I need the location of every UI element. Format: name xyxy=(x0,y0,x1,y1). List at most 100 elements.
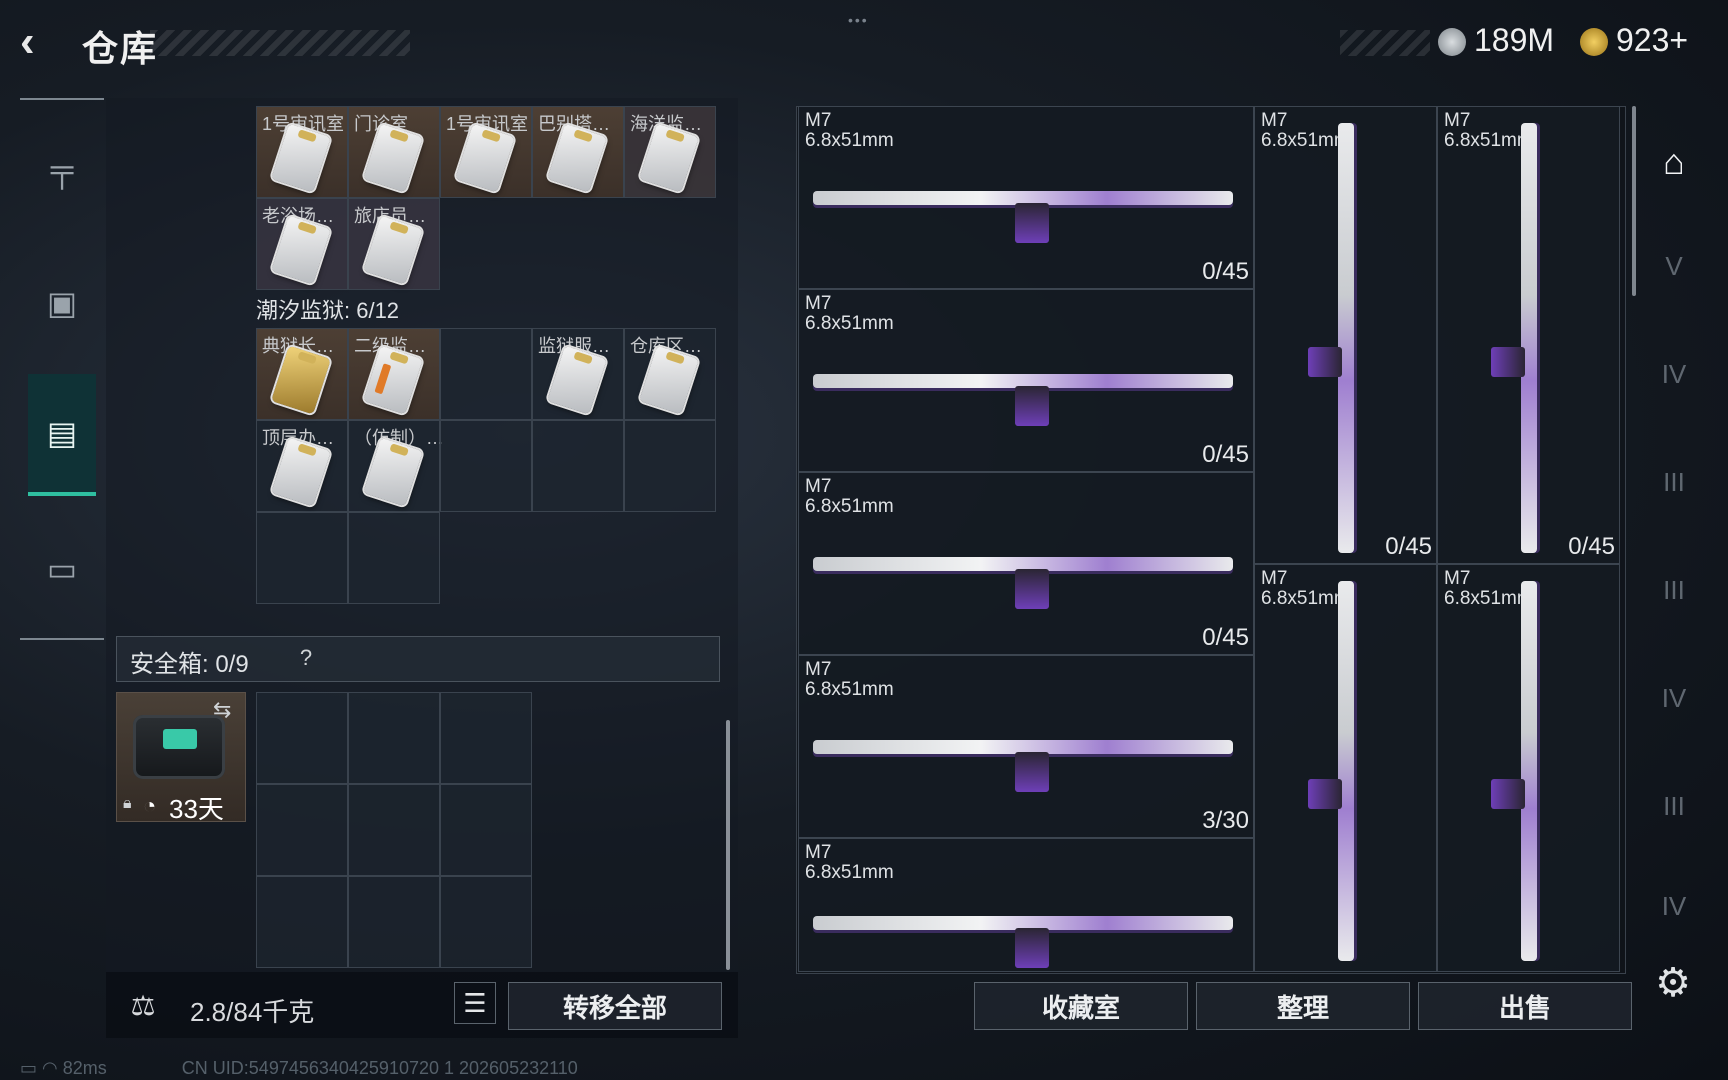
sell-button[interactable]: 出售 xyxy=(1418,982,1632,1030)
storage-tab[interactable]: III xyxy=(1648,564,1700,616)
safe-slot[interactable] xyxy=(440,876,532,968)
help-button[interactable]: ? xyxy=(292,645,320,675)
safe-slot[interactable] xyxy=(348,692,440,784)
weapon-slot[interactable]: M7 6.8x51mm 0/45 xyxy=(798,289,1254,472)
safe-slot[interactable] xyxy=(348,784,440,876)
nav-backpack[interactable]: ▣ xyxy=(28,248,96,358)
battery-icon: ▭ xyxy=(20,1058,38,1078)
keycard-slot[interactable]: 二级监… xyxy=(348,328,440,420)
briefcase-icon: ▭ xyxy=(46,551,78,587)
zone-label: 潮汐监狱: 6/12 xyxy=(256,298,400,323)
ammo-count: 0/45 xyxy=(1202,258,1249,285)
weapon-caliber: 6.8x51mm xyxy=(1444,130,1533,151)
safe-slot[interactable] xyxy=(256,876,348,968)
weapon-caliber: 6.8x51mm xyxy=(805,679,894,700)
empty-slot[interactable] xyxy=(440,328,532,420)
drag-handle: ••• xyxy=(848,12,869,28)
weapon-caliber: 6.8x51mm xyxy=(805,313,894,334)
uid-value: CN UID:5497456340425910720 1 20260523211… xyxy=(181,1058,578,1078)
weapon-slot[interactable]: M7 6.8x51mm 0/45 xyxy=(798,106,1254,289)
safe-slot[interactable] xyxy=(256,692,348,784)
warehouse-icon: ⌂ xyxy=(1663,141,1685,182)
tier-label: III xyxy=(1663,790,1685,821)
empty-slot[interactable] xyxy=(348,512,440,604)
scrollbar[interactable] xyxy=(1632,106,1636,296)
weapon-name: M7 xyxy=(1444,568,1471,589)
safe-slot[interactable] xyxy=(256,784,348,876)
status-footer: ▭ ◠ 82ms CN UID:5497456340425910720 1 20… xyxy=(20,1058,578,1079)
silver-currency: 189M xyxy=(1474,22,1555,58)
weapon-slot[interactable]: M7 6.8x51mm 0/45 xyxy=(798,472,1254,655)
weapon-caliber: 6.8x51mm xyxy=(1261,130,1350,151)
vest-icon: ▤ xyxy=(46,415,78,451)
keycard-slot[interactable]: 巴别塔… xyxy=(532,106,624,198)
storage-tab[interactable]: V xyxy=(1648,240,1700,292)
weapon-caliber: 6.8x51mm xyxy=(1444,588,1533,609)
keycard-slot[interactable]: 海洋监… xyxy=(624,106,716,198)
rifle-icon xyxy=(813,556,1233,609)
weapon-name: M7 xyxy=(805,293,832,314)
list-icon: ☰ xyxy=(463,987,487,1018)
warehouse-tab[interactable]: ⌂ xyxy=(1648,136,1700,188)
weapon-slot[interactable]: M7 6.8x51mm 0/45 xyxy=(1254,106,1437,564)
transfer-all-button[interactable]: 转移全部 xyxy=(508,982,722,1030)
weapon-slot[interactable]: M7 6.8x51mm xyxy=(798,838,1254,972)
safe-box-timer: 33天 xyxy=(169,794,224,824)
keycard-slot[interactable]: 监狱服… xyxy=(532,328,624,420)
sort-button[interactable]: 整理 xyxy=(1196,982,1410,1030)
currency-decoration xyxy=(1340,30,1430,56)
keycard-slot[interactable]: 仓库区… xyxy=(624,328,716,420)
keycard-slot[interactable]: （仿制）… xyxy=(348,420,442,512)
empty-slot[interactable] xyxy=(532,420,624,512)
keycard-slot[interactable]: 顶层办… xyxy=(256,420,348,512)
rifle-icon xyxy=(813,190,1233,243)
storage-tab[interactable]: IV xyxy=(1648,880,1700,932)
weapon-slot[interactable]: M7 6.8x51mm 3/30 xyxy=(798,655,1254,838)
rifle-icon xyxy=(813,739,1233,792)
weapon-name: M7 xyxy=(805,476,832,497)
nav-weapons[interactable]: ╤ xyxy=(28,114,96,224)
keycard-slot[interactable]: 典狱长… xyxy=(256,328,348,420)
gold-currency[interactable]: 923+ xyxy=(1616,22,1688,59)
scrollbar[interactable] xyxy=(726,720,730,970)
storage-tab[interactable]: III xyxy=(1648,780,1700,832)
rifle-icon xyxy=(1490,123,1537,553)
weapon-name: M7 xyxy=(805,842,832,863)
empty-slot[interactable] xyxy=(256,512,348,604)
weapon-slot[interactable]: M7 6.8x51mm xyxy=(1254,564,1437,972)
nav-vest[interactable]: ▤ xyxy=(28,374,96,496)
keycard-slot[interactable]: 老浴场… xyxy=(256,198,348,290)
empty-slot[interactable] xyxy=(624,420,716,512)
safe-box-item[interactable]: ⇆ 🔒︎ ◔ 33天 xyxy=(116,692,246,824)
rifle-icon xyxy=(1307,581,1354,961)
keycard-slot[interactable]: 门诊室 xyxy=(348,106,440,198)
collection-room-button[interactable]: 收藏室 xyxy=(974,982,1188,1030)
keycard-slot[interactable]: 1号审讯室 xyxy=(440,106,532,198)
safe-slot[interactable] xyxy=(348,876,440,968)
back-button[interactable]: ‹ xyxy=(20,20,60,66)
weapon-name: M7 xyxy=(1261,110,1288,131)
weapon-name: M7 xyxy=(1444,110,1471,131)
nav-case[interactable]: ▭ xyxy=(28,514,96,624)
storage-tab[interactable]: III xyxy=(1648,456,1700,508)
keycard-slot[interactable]: 1号审讯室 xyxy=(256,106,348,198)
weapon-caliber: 6.8x51mm xyxy=(1261,588,1350,609)
safe-slot[interactable] xyxy=(440,692,532,784)
wifi-icon: ◠ xyxy=(42,1058,58,1078)
ammo-count: 0/45 xyxy=(1202,441,1249,468)
empty-slot[interactable] xyxy=(440,420,532,512)
ammo-count: 0/45 xyxy=(1568,533,1615,560)
storage-tab[interactable]: IV xyxy=(1648,672,1700,724)
gear-icon[interactable]: ⚙ xyxy=(1650,960,1696,1006)
weapon-slot[interactable]: M7 6.8x51mm xyxy=(1437,564,1620,972)
rifle-icon xyxy=(1490,581,1537,961)
safe-slot[interactable] xyxy=(440,784,532,876)
weapon-caliber: 6.8x51mm xyxy=(805,496,894,517)
weapon-slot[interactable]: M7 6.8x51mm 0/45 xyxy=(1437,106,1620,564)
keycard-slot[interactable]: 旅店员… xyxy=(348,198,440,290)
storage-tab[interactable]: IV xyxy=(1648,348,1700,400)
clock-icon: ◔ xyxy=(143,793,157,818)
list-view-button[interactable]: ☰ xyxy=(454,982,496,1024)
swap-icon[interactable]: ⇆ xyxy=(213,697,231,723)
safe-box-icon xyxy=(133,715,225,779)
